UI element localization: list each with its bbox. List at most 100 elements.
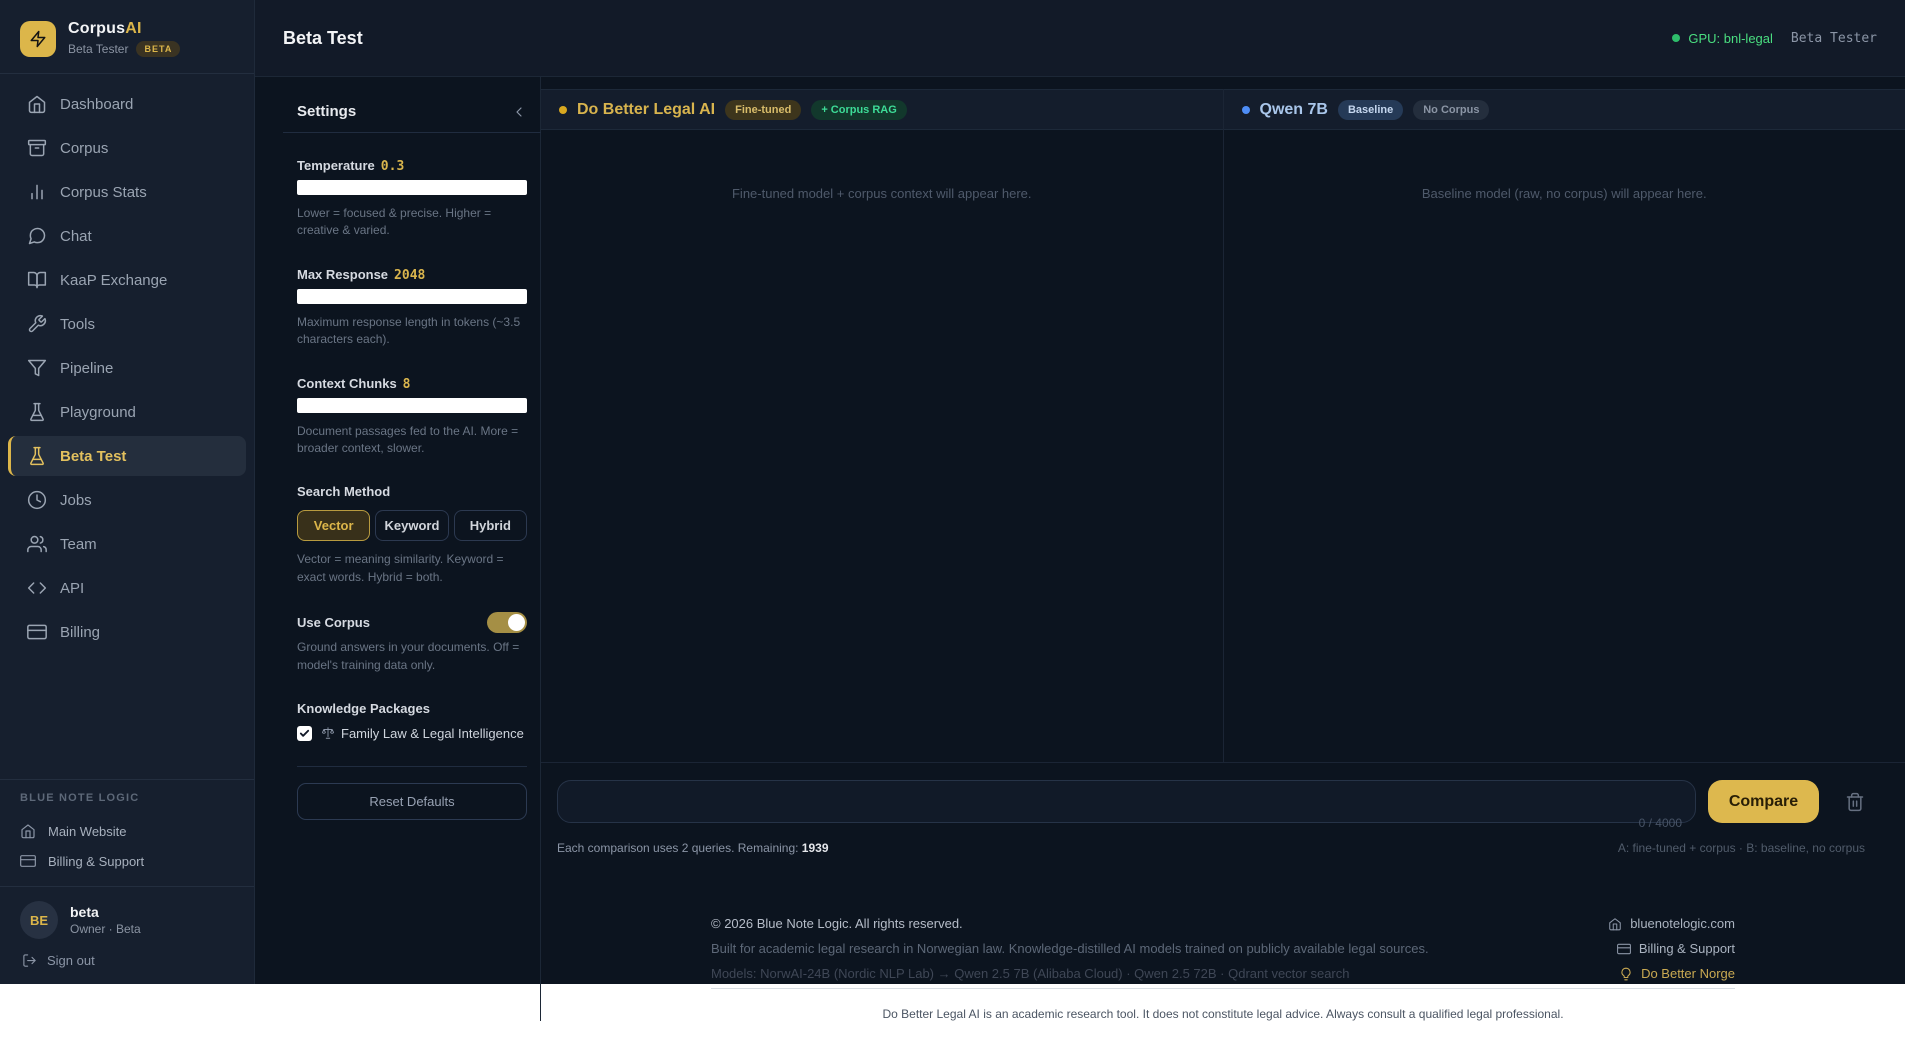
sidebar-item-corpus[interactable]: Corpus xyxy=(8,128,246,168)
badge-corpus-rag: + Corpus RAG xyxy=(811,100,906,120)
query-input[interactable] xyxy=(557,780,1696,823)
check-icon xyxy=(299,728,310,739)
compare-column: Do Better Legal AI Fine-tuned + Corpus R… xyxy=(541,77,1905,1021)
footer-copyright: © 2026 Blue Note Logic. All rights reser… xyxy=(711,911,1429,936)
search-method-group: Vector Keyword Hybrid xyxy=(297,510,527,541)
org-link-billing-support[interactable]: Billing & Support xyxy=(20,846,234,876)
sidebar-item-label: Corpus xyxy=(60,140,108,157)
footer-link-do-better-norge[interactable]: Do Better Norge xyxy=(1608,961,1735,986)
sidebar-item-playground[interactable]: Playground xyxy=(8,392,246,432)
user-name: beta xyxy=(70,904,141,920)
content-row: Settings Temperature0.3 Lower = focused … xyxy=(255,77,1905,1021)
org-link-label: Main Website xyxy=(48,824,127,839)
flask-icon xyxy=(27,446,47,466)
search-method-hybrid-button[interactable]: Hybrid xyxy=(454,510,527,541)
sign-out-button[interactable]: Sign out xyxy=(0,945,254,984)
scales-icon xyxy=(321,726,335,740)
main-column: Beta Test GPU: bnl-legal Beta Tester Set… xyxy=(255,0,1905,984)
beta-badge: BETA xyxy=(136,41,180,57)
panel-finetuned-empty-text: Fine-tuned model + corpus context will a… xyxy=(541,186,1223,201)
home-icon xyxy=(20,823,36,839)
sidebar-item-tools[interactable]: Tools xyxy=(8,304,246,344)
user-role: Owner · Beta xyxy=(70,922,141,936)
search-method-label: Search Method xyxy=(297,484,390,499)
book-open-icon xyxy=(27,270,47,290)
funnel-icon xyxy=(27,358,47,378)
sidebar-item-api[interactable]: API xyxy=(8,568,246,608)
max-response-input[interactable] xyxy=(297,289,527,304)
panel-finetuned-title: Do Better Legal AI xyxy=(577,101,715,119)
org-link-label: Billing & Support xyxy=(48,854,144,869)
trash-icon[interactable] xyxy=(1845,792,1865,812)
temperature-input[interactable] xyxy=(297,180,527,195)
knowledge-package-checkbox[interactable] xyxy=(297,726,312,741)
org-section: BLUE NOTE LOGIC Main Website Billing & S… xyxy=(0,780,254,886)
footer-link-website[interactable]: bluenotelogic.com xyxy=(1608,911,1735,936)
compare-button[interactable]: Compare xyxy=(1708,780,1819,823)
temperature-desc: Lower = focused & precise. Higher = crea… xyxy=(297,205,527,240)
status-dot-gold xyxy=(559,106,567,114)
settings-column: Settings Temperature0.3 Lower = focused … xyxy=(255,77,541,1021)
use-corpus-desc: Ground answers in your documents. Off = … xyxy=(297,639,527,674)
search-method-desc: Vector = meaning similarity. Keyword = e… xyxy=(297,551,527,586)
legal-disclaimer: Do Better Legal AI is an academic resear… xyxy=(711,1007,1735,1021)
panel-baseline-header: Qwen 7B Baseline No Corpus xyxy=(1224,89,1905,130)
sidebar-nav: Dashboard Corpus Corpus Stats Chat KaaP … xyxy=(0,74,254,662)
brand-name: CorpusAI xyxy=(68,20,180,38)
sidebar-item-label: Team xyxy=(60,536,97,553)
sidebar-item-team[interactable]: Team xyxy=(8,524,246,564)
max-response-field: Max Response2048 Maximum response length… xyxy=(297,266,527,349)
sidebar-item-billing[interactable]: Billing xyxy=(8,612,246,652)
context-chunks-value: 8 xyxy=(403,377,411,392)
panel-baseline-title: Qwen 7B xyxy=(1260,101,1328,119)
lightbulb-icon xyxy=(1619,967,1633,981)
brand-subtitle: Beta Tester xyxy=(68,42,128,56)
divider xyxy=(297,766,527,767)
sidebar-item-pipeline[interactable]: Pipeline xyxy=(8,348,246,388)
composer: 0 / 4000 Compare Each comparison uses 2 … xyxy=(557,780,1865,855)
knowledge-package-name: Family Law & Legal Intelligence xyxy=(341,726,524,741)
sign-out-label: Sign out xyxy=(47,953,95,968)
footer-link-label: Billing & Support xyxy=(1639,936,1735,961)
status-dot-green xyxy=(1672,34,1680,42)
sidebar-item-corpus-stats[interactable]: Corpus Stats xyxy=(8,172,246,212)
sidebar-item-label: Corpus Stats xyxy=(60,184,147,201)
sidebar-item-beta-test[interactable]: Beta Test xyxy=(8,436,246,476)
org-link-main-website[interactable]: Main Website xyxy=(20,816,234,846)
knowledge-packages-label: Knowledge Packages xyxy=(297,701,430,716)
home-icon xyxy=(27,94,47,114)
sidebar-item-label: Pipeline xyxy=(60,360,113,377)
footer-link-label: Do Better Norge xyxy=(1641,961,1735,986)
knowledge-packages-field: Knowledge Packages Family Law & L xyxy=(297,700,527,746)
sidebar-item-label: Billing xyxy=(60,624,100,641)
page: CorpusAI Beta Tester BETA Dashboard Corp… xyxy=(0,0,1905,1057)
archive-icon xyxy=(27,138,47,158)
sidebar-item-jobs[interactable]: Jobs xyxy=(8,480,246,520)
use-corpus-field: Use Corpus Ground answers in your docume… xyxy=(297,612,527,674)
panel-baseline-empty-text: Baseline model (raw, no corpus) will app… xyxy=(1224,186,1905,201)
use-corpus-toggle[interactable] xyxy=(487,612,527,633)
search-method-vector-button[interactable]: Vector xyxy=(297,510,370,541)
reset-defaults-button[interactable]: Reset Defaults xyxy=(297,783,527,820)
context-chunks-input[interactable] xyxy=(297,398,527,413)
chevron-left-icon[interactable] xyxy=(511,104,527,120)
topbar-user-label: Beta Tester xyxy=(1791,31,1877,46)
panel-finetuned-body: Fine-tuned model + corpus context will a… xyxy=(541,130,1223,762)
sidebar-item-dashboard[interactable]: Dashboard xyxy=(8,84,246,124)
sidebar-item-chat[interactable]: Chat xyxy=(8,216,246,256)
search-method-keyword-button[interactable]: Keyword xyxy=(375,510,448,541)
temperature-label: Temperature xyxy=(297,158,375,173)
code-icon xyxy=(27,578,47,598)
char-counter: 0 / 4000 xyxy=(1639,816,1682,830)
users-icon xyxy=(27,534,47,554)
sidebar-item-label: Tools xyxy=(60,316,95,333)
knowledge-package-item[interactable]: Family Law & Legal Intelligence xyxy=(297,726,527,746)
max-response-desc: Maximum response length in tokens (~3.5 … xyxy=(297,314,527,349)
sidebar-item-kaap-exchange[interactable]: KaaP Exchange xyxy=(8,260,246,300)
footer-tagline: Built for academic legal research in Nor… xyxy=(711,936,1429,961)
knowledge-packages-list: Family Law & Legal Intelligence xyxy=(297,726,527,746)
home-icon xyxy=(1608,917,1622,931)
footer-link-label: bluenotelogic.com xyxy=(1630,911,1735,936)
footer-link-billing[interactable]: Billing & Support xyxy=(1608,936,1735,961)
user-card[interactable]: BE beta Owner · Beta xyxy=(0,887,254,945)
